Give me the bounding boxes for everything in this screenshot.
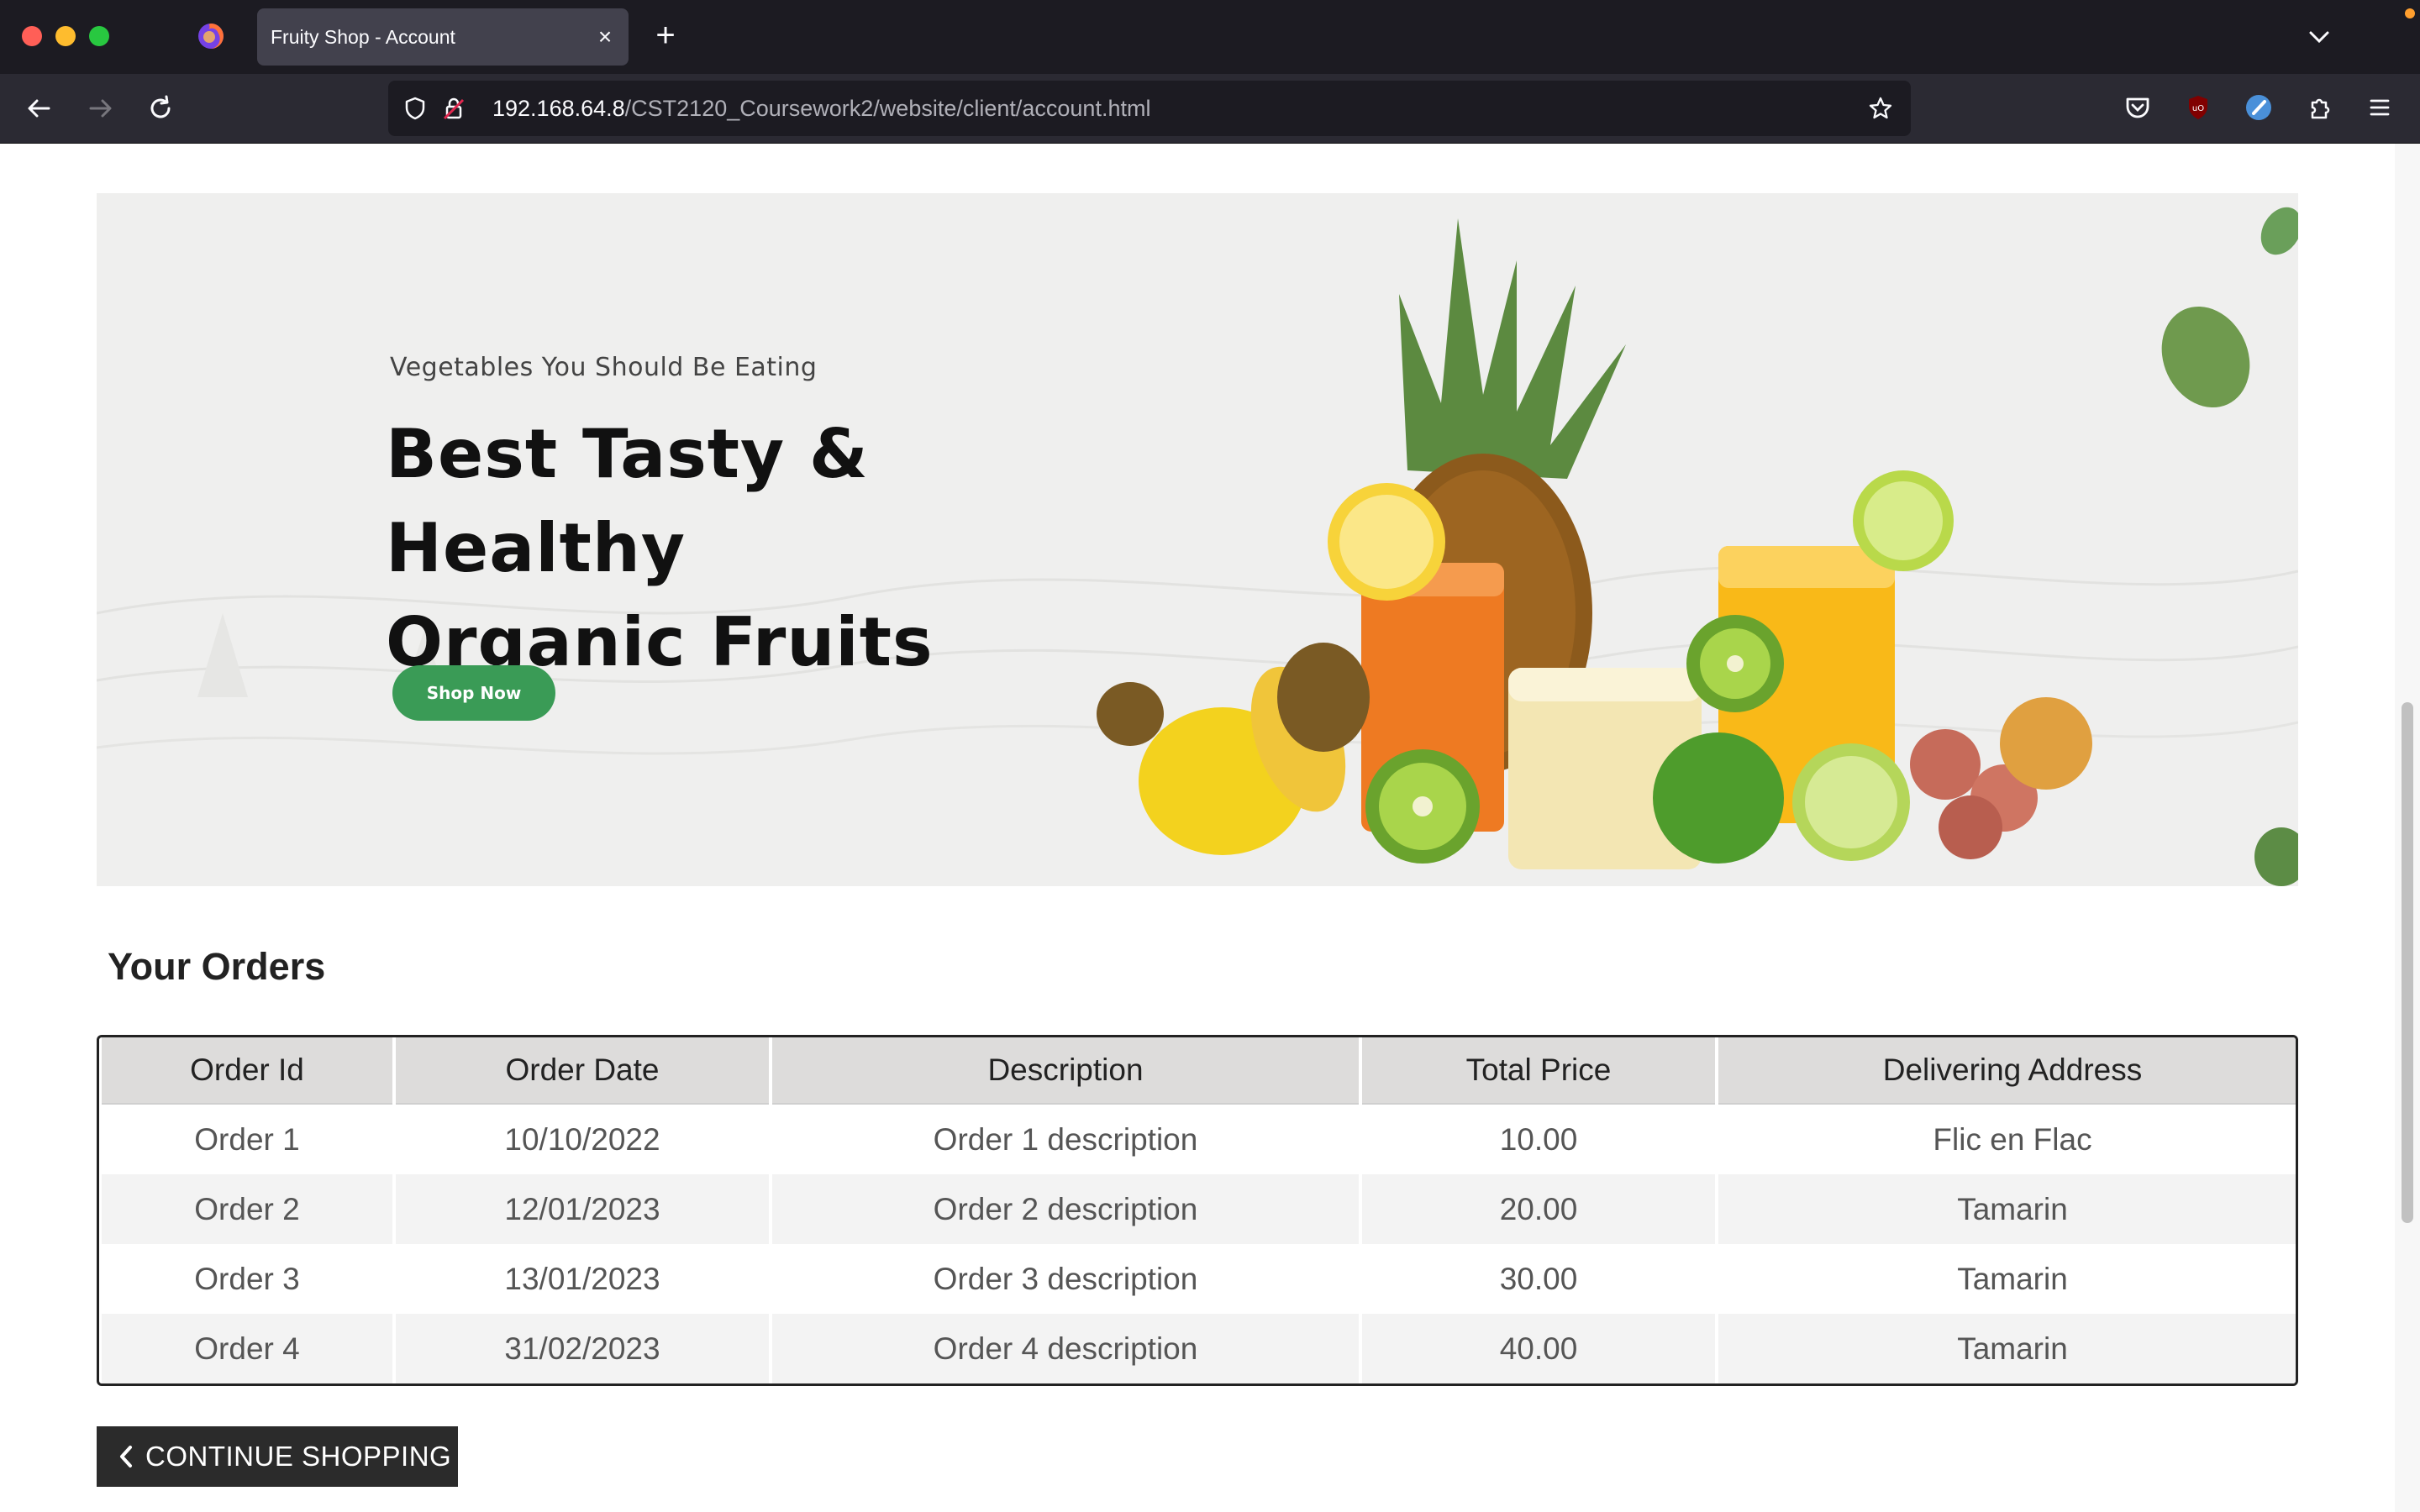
svg-text:uO: uO [2192, 104, 2204, 113]
cell-address: Tamarin [1718, 1314, 2296, 1383]
column-header-description: Description [772, 1037, 1359, 1105]
cell-order-id: Order 3 [102, 1244, 392, 1314]
cell-order-date: 13/01/2023 [396, 1244, 769, 1314]
cell-description: Order 3 description [772, 1244, 1359, 1314]
window-zoom-button[interactable] [89, 26, 109, 46]
hero-banner: Vegetables You Should Be Eating Best Tas… [97, 193, 2298, 886]
cell-order-id: Order 2 [102, 1174, 392, 1244]
reload-icon[interactable] [141, 89, 180, 128]
extensions-icon[interactable] [2302, 91, 2336, 124]
cell-description: Order 1 description [772, 1105, 1359, 1174]
continue-shopping-label: CONTINUE SHOPPING [145, 1441, 452, 1472]
bookmark-star-icon[interactable] [1867, 95, 1894, 122]
tab-list-icon[interactable] [2304, 22, 2334, 52]
orders-heading: Your Orders [108, 945, 326, 988]
cell-total-price: 40.00 [1362, 1314, 1715, 1383]
shop-now-button[interactable]: Shop Now [392, 665, 555, 721]
url-path: /CST2120_Coursework2/website/client/acco… [624, 96, 1151, 121]
tab-title: Fruity Shop - Account [271, 26, 455, 48]
window-close-button[interactable] [22, 26, 42, 46]
browser-nav-bar: 192.168.64.8/CST2120_Coursework2/website… [0, 74, 2420, 144]
pocket-icon[interactable] [2121, 91, 2154, 124]
column-header-order-date: Order Date [396, 1037, 769, 1105]
cell-description: Order 2 description [772, 1174, 1359, 1244]
insecure-lock-icon[interactable] [440, 95, 467, 122]
cell-address: Flic en Flac [1718, 1105, 2296, 1174]
chevron-left-icon [120, 1446, 132, 1467]
column-header-total-price: Total Price [1362, 1037, 1715, 1105]
table-row: Order 2 12/01/2023 Order 2 description 2… [102, 1174, 2296, 1244]
cell-total-price: 30.00 [1362, 1244, 1715, 1314]
continue-shopping-button[interactable]: CONTINUE SHOPPING [97, 1426, 458, 1487]
cell-total-price: 20.00 [1362, 1174, 1715, 1244]
shield-icon[interactable] [402, 95, 429, 122]
url-bar[interactable]: 192.168.64.8/CST2120_Coursework2/website… [388, 81, 1911, 136]
hero-subtitle: Vegetables You Should Be Eating [390, 353, 818, 382]
url-host: 192.168.64.8 [492, 96, 625, 121]
browser-tab-bar: Fruity Shop - Account × + [0, 0, 2420, 74]
table-row: Order 3 13/01/2023 Order 3 description 3… [102, 1244, 2296, 1314]
table-header-row: Order Id Order Date Description Total Pr… [102, 1037, 2296, 1105]
cell-order-id: Order 4 [102, 1314, 392, 1383]
ublock-icon[interactable]: uO [2181, 91, 2215, 124]
cell-order-date: 31/02/2023 [396, 1314, 769, 1383]
update-badge [2405, 8, 2415, 18]
cell-address: Tamarin [1718, 1174, 2296, 1244]
fruit-juice-image [1097, 207, 2298, 886]
url-text[interactable]: 192.168.64.8/CST2120_Coursework2/website… [492, 81, 1150, 136]
cell-order-date: 10/10/2022 [396, 1105, 769, 1174]
tab-close-icon[interactable]: × [593, 25, 617, 49]
tab-fruity-shop-account[interactable]: Fruity Shop - Account × [257, 8, 629, 66]
forward-icon[interactable] [81, 89, 119, 128]
new-tab-button[interactable]: + [649, 18, 682, 52]
back-icon[interactable] [20, 89, 59, 128]
window-minimize-button[interactable] [55, 26, 76, 46]
orders-table: Order Id Order Date Description Total Pr… [97, 1035, 2298, 1386]
column-header-delivering-address: Delivering Address [1718, 1037, 2296, 1105]
column-header-order-id: Order Id [102, 1037, 392, 1105]
cell-order-date: 12/01/2023 [396, 1174, 769, 1244]
page-scrollbar-thumb[interactable] [2402, 702, 2413, 1223]
table-row: Order 4 31/02/2023 Order 4 description 4… [102, 1314, 2296, 1383]
cell-address: Tamarin [1718, 1244, 2296, 1314]
firefox-icon[interactable] [197, 22, 225, 50]
cell-order-id: Order 1 [102, 1105, 392, 1174]
menu-icon[interactable] [2363, 91, 2396, 124]
table-row: Order 1 10/10/2022 Order 1 description 1… [102, 1105, 2296, 1174]
cell-description: Order 4 description [772, 1314, 1359, 1383]
extension-blue-icon[interactable] [2242, 91, 2275, 124]
cell-total-price: 10.00 [1362, 1105, 1715, 1174]
